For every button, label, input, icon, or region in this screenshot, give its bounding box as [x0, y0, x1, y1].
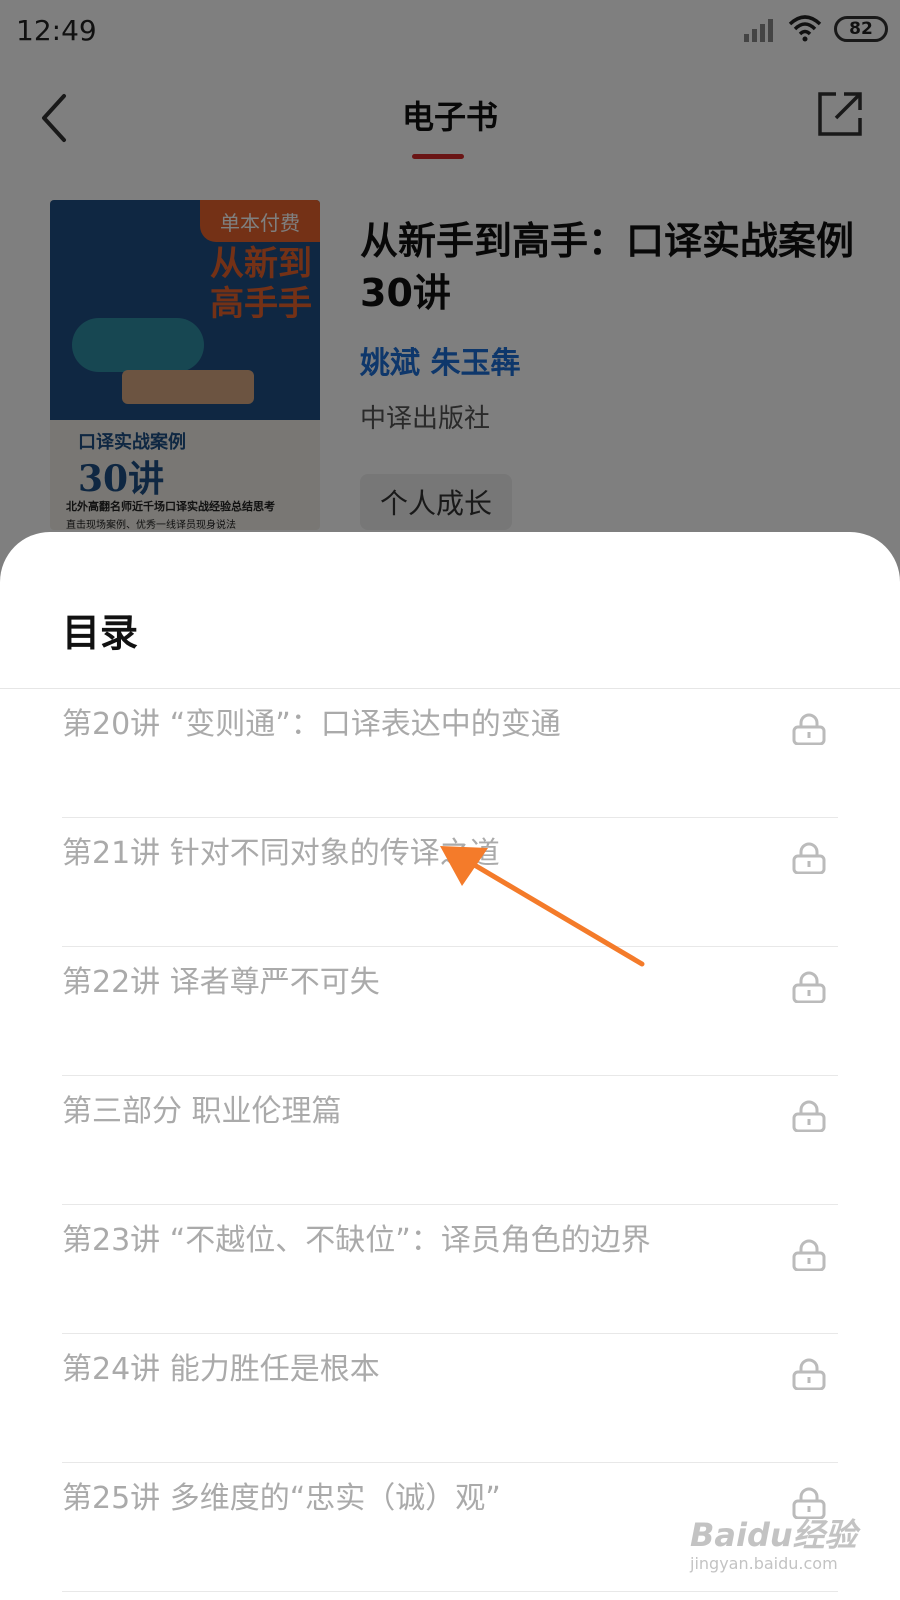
watermark: Baidu经验 jingyan.baidu.com [690, 1510, 880, 1590]
toc-list: 第20讲 “变则通”：口译表达中的变通 第21讲 针对不同对象的传译之道 第22讲 … [0, 689, 900, 1592]
watermark-url: jingyan.baidu.com [690, 1554, 838, 1573]
toc-item[interactable]: 第三部分 职业伦理篇 [0, 1076, 900, 1205]
toc-item-label: 第20讲 “变则通”：口译表达中的变通 [62, 707, 561, 742]
annotation-arrow-icon [440, 846, 645, 967]
lock-icon [792, 713, 826, 745]
lock-icon [792, 1100, 826, 1132]
watermark-brand: Baidu经验 [690, 1516, 857, 1554]
toc-title: 目录 [62, 611, 139, 655]
lock-icon [792, 971, 826, 1003]
lock-icon [792, 842, 826, 874]
toc-item-label: 第三部分 职业伦理篇 [62, 1094, 342, 1129]
toc-item-label: 第23讲 “不越位、不缺位”：译员角色的边界 [62, 1223, 651, 1258]
toc-item-label: 第25讲 多维度的“忠实（诚）观” [62, 1481, 501, 1516]
divider [62, 1591, 838, 1592]
toc-bottom-sheet: 目录 第20讲 “变则通”：口译表达中的变通 第21讲 针对不同对象的传译之道 第2… [0, 532, 900, 1600]
toc-item[interactable]: 第24讲 能力胜任是根本 [0, 1334, 900, 1463]
toc-item-label: 第24讲 能力胜任是根本 [62, 1352, 380, 1387]
lock-icon [792, 1239, 826, 1271]
toc-item[interactable]: 第23讲 “不越位、不缺位”：译员角色的边界 [0, 1205, 900, 1334]
toc-item[interactable]: 第20讲 “变则通”：口译表达中的变通 [0, 689, 900, 818]
lock-icon [792, 1358, 826, 1390]
